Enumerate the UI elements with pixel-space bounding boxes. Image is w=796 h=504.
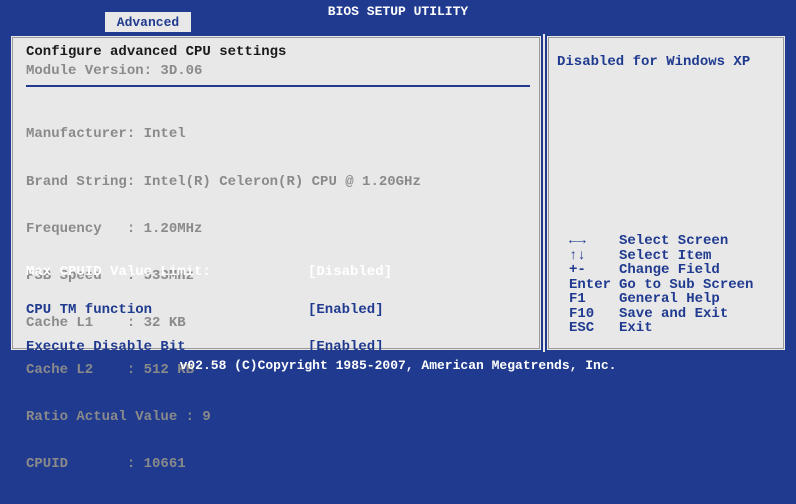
section-heading: Configure advanced CPU settings xyxy=(26,44,287,60)
option-value[interactable]: [Enabled] xyxy=(308,303,384,316)
key-desc: Exit xyxy=(619,320,653,336)
key-row: Enter Go to Sub Screen xyxy=(569,276,754,293)
help-pane: Disabled for Windows XP ←→ Select Screen… xyxy=(545,34,787,352)
info-manufacturer: Manufacturer: Intel xyxy=(26,126,186,143)
key-label: Enter xyxy=(569,276,612,293)
key-desc: Change Field xyxy=(619,262,720,278)
tab-advanced[interactable]: Advanced xyxy=(105,12,191,32)
module-version: Module Version: 3D.06 xyxy=(26,63,203,79)
option-cpu-tm[interactable]: CPU TM function [Enabled] xyxy=(26,301,392,318)
arrows-left-right-icon: ←→ xyxy=(569,233,586,249)
key-label: F1 xyxy=(569,291,586,307)
key-desc: Select Item xyxy=(619,247,712,264)
option-label: CPU TM function xyxy=(26,301,153,318)
option-value[interactable]: [Disabled] xyxy=(308,265,392,278)
copyright-footer: v02.58 (C)Copyright 1985-2007, American … xyxy=(179,358,617,373)
key-label: ESC xyxy=(569,320,595,336)
divider xyxy=(26,85,530,87)
key-row: +- Change Field xyxy=(569,263,753,278)
info-frequency: Frequency : 1.20MHz xyxy=(26,220,203,237)
arrows-up-down-icon: ↑↓ xyxy=(569,247,586,264)
key-label: +- xyxy=(569,262,586,278)
option-value[interactable]: [Enabled] xyxy=(308,340,384,353)
main-panel: Configure advanced CPU settings Module V… xyxy=(7,32,789,472)
settings-pane: Configure advanced CPU settings Module V… xyxy=(9,34,543,472)
option-execute-disable[interactable]: Execute Disable Bit [Enabled] xyxy=(26,339,392,355)
key-row: F1 General Help xyxy=(569,292,753,307)
key-desc: General Help xyxy=(619,291,720,307)
info-brand-string: Brand String: Intel(R) Celeron(R) CPU @ … xyxy=(26,173,421,190)
option-label: Execute Disable Bit xyxy=(26,339,186,355)
key-row: ←→ Select Screen xyxy=(569,234,753,249)
info-cpuid: CPUID : 10661 xyxy=(26,456,186,473)
option-label: Max CPUID Value Limit: xyxy=(26,264,211,280)
key-row: ↑↓ Select Item xyxy=(569,247,753,264)
help-text: Disabled for Windows XP xyxy=(557,54,751,70)
key-desc: Go to Sub Screen xyxy=(619,276,754,293)
key-label: F10 xyxy=(569,305,595,322)
info-ratio: Ratio Actual Value : 9 xyxy=(26,409,211,426)
key-desc: Save and Exit xyxy=(619,305,729,322)
key-row: ESC Exit xyxy=(569,321,753,336)
key-legend: ←→ Select Screen ↑↓ Select Item +- Chang… xyxy=(569,234,753,336)
option-max-cpuid[interactable]: Max CPUID Value Limit: [Disabled] xyxy=(26,264,392,280)
key-desc: Select Screen xyxy=(619,233,729,249)
key-row: F10 Save and Exit xyxy=(569,305,753,322)
